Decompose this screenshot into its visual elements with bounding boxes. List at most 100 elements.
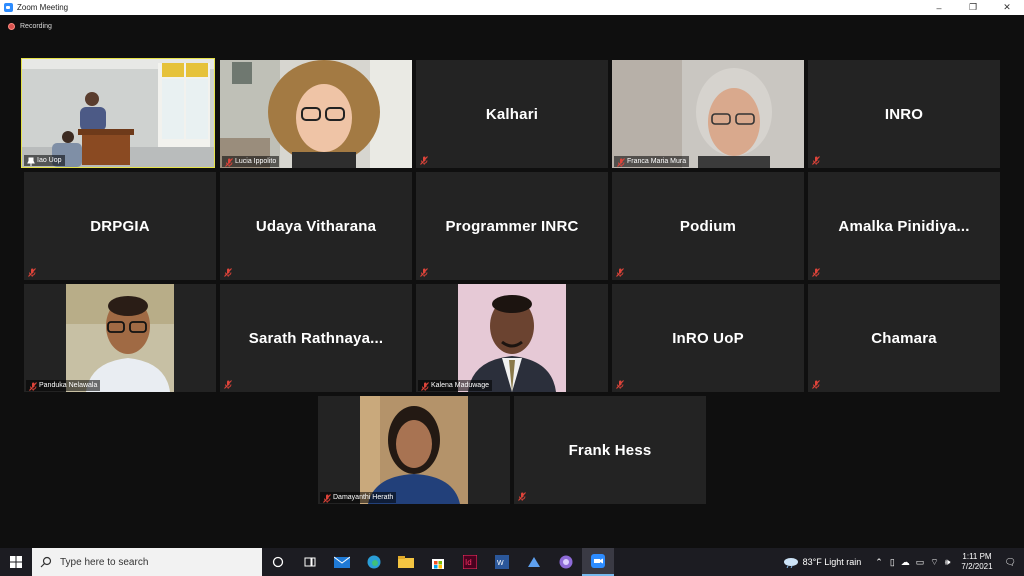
window-title: Zoom Meeting xyxy=(17,3,69,12)
task-view-button[interactable] xyxy=(294,548,326,576)
participant-tile-kalhari[interactable]: Kalhari xyxy=(416,60,608,168)
participant-video-lucia-ippolito xyxy=(220,60,412,168)
participant-label: Kalena Maduwage xyxy=(418,380,492,391)
azure-icon xyxy=(528,557,540,567)
participant-tile-inro[interactable]: INRO xyxy=(808,60,1000,168)
participant-name: Lucia Ippolito xyxy=(235,158,277,165)
system-tray: 83°F Light rain ⌃ ▯ ☁ ▭ ⌔ 🕪 1:11 PM 7/2/… xyxy=(783,548,1024,576)
minimize-button[interactable]: – xyxy=(922,0,956,15)
search-icon xyxy=(40,556,52,568)
participant-tile-drpgia[interactable]: DRPGIA xyxy=(24,172,216,280)
battery-icon[interactable]: ▭ xyxy=(916,557,925,568)
taskbar-app-indesign[interactable]: Id xyxy=(454,548,486,576)
svg-text:W: W xyxy=(497,560,504,567)
participant-label: Iao Uop xyxy=(24,155,65,166)
muted-microphone-icon xyxy=(420,268,428,277)
participant-name: Damayanthi Herath xyxy=(333,494,394,501)
muted-microphone-icon xyxy=(812,380,820,389)
participant-tile-podium[interactable]: Podium xyxy=(612,172,804,280)
participant-tile-kalena-maduwage[interactable]: Kalena Maduwage xyxy=(416,284,608,392)
weather-status[interactable]: 83°F Light rain xyxy=(803,557,862,567)
wifi-icon[interactable]: ⌔ xyxy=(930,557,938,568)
search-placeholder: Type here to search xyxy=(60,556,149,568)
muted-microphone-icon xyxy=(29,382,37,391)
muted-microphone-icon xyxy=(617,158,625,167)
taskbar-app-edge[interactable] xyxy=(358,548,390,576)
onedrive-cloud-icon[interactable]: ☁ xyxy=(901,557,910,568)
taskbar-app-word[interactable]: W xyxy=(486,548,518,576)
participant-name: DRPGIA xyxy=(90,217,150,235)
participant-tile-inro-uop[interactable]: InRO UoP xyxy=(612,284,804,392)
participant-name: Podium xyxy=(679,217,737,235)
participant-tile-programmer-inrc[interactable]: Programmer INRC xyxy=(416,172,608,280)
participant-video-damayanthi-herath xyxy=(360,396,468,504)
participant-name: Chamara xyxy=(871,329,937,347)
speaker-icon[interactable]: 🕪 xyxy=(945,557,951,568)
participant-tile-franca-maria-mura[interactable]: Franca Maria Mura xyxy=(612,60,804,168)
taskbar-search-box[interactable]: Type here to search xyxy=(32,548,262,576)
participant-video-panduka-nelawala xyxy=(66,284,174,392)
participant-tile-lucia-ippolito[interactable]: Lucia Ippolito xyxy=(220,60,412,168)
taskbar-app-browser[interactable] xyxy=(550,548,582,576)
pin-icon xyxy=(27,157,35,166)
muted-microphone-icon xyxy=(224,380,232,389)
participant-name: Panduka Nelawala xyxy=(39,382,98,389)
notification-icon[interactable]: 🗨 xyxy=(1005,557,1016,568)
window-controls: – ❐ ✕ xyxy=(922,0,1024,15)
device-icon[interactable]: ▯ xyxy=(890,557,895,568)
muted-microphone-icon xyxy=(421,382,429,391)
taskbar-app-store[interactable] xyxy=(422,548,454,576)
close-button[interactable]: ✕ xyxy=(990,0,1024,15)
taskbar-app-mail[interactable] xyxy=(326,548,358,576)
taskbar-app-azure[interactable] xyxy=(518,548,550,576)
participant-tile-amalka-pinidiya[interactable]: Amalka Pinidiya... xyxy=(808,172,1000,280)
participant-tile-frank-hess[interactable]: Frank Hess xyxy=(514,396,706,504)
taskbar-app-file-explorer[interactable] xyxy=(390,548,422,576)
svg-text:Id: Id xyxy=(465,558,472,567)
participant-name: Udaya Vitharana xyxy=(255,217,377,235)
muted-microphone-icon xyxy=(812,268,820,277)
participant-name: Programmer INRC xyxy=(445,217,579,235)
cortana-circle-icon xyxy=(272,556,284,568)
participant-video-kalena-maduwage xyxy=(458,284,566,392)
windows-taskbar: Type here to search Id W 83°F Light rain… xyxy=(0,548,1024,576)
recording-indicator[interactable]: Recording xyxy=(8,23,52,30)
participant-tile-sarath-rathnaya[interactable]: Sarath Rathnaya... xyxy=(220,284,412,392)
participant-name: INRO xyxy=(884,105,924,123)
word-icon: W xyxy=(495,555,509,569)
participant-name: Frank Hess xyxy=(568,441,652,459)
taskbar-clock[interactable]: 1:11 PM 7/2/2021 xyxy=(961,552,992,572)
zoom-icon xyxy=(591,554,605,568)
participant-name: InRO UoP xyxy=(672,329,744,347)
participant-name: Amalka Pinidiya... xyxy=(838,217,970,235)
edge-icon xyxy=(367,555,381,569)
muted-microphone-icon xyxy=(518,492,526,501)
browser-icon xyxy=(559,555,573,569)
taskbar-app-zoom[interactable] xyxy=(582,548,614,576)
folder-icon xyxy=(398,556,414,568)
participant-tile-iao-uop[interactable]: Iao Uop xyxy=(21,58,215,168)
cortana-button[interactable] xyxy=(262,548,294,576)
chevron-up-icon[interactable]: ⌃ xyxy=(875,557,883,568)
muted-microphone-icon xyxy=(420,156,428,165)
participant-label: Panduka Nelawala xyxy=(26,380,101,391)
windows-logo-icon xyxy=(10,556,22,568)
clock-time: 1:11 PM xyxy=(962,552,992,561)
maximize-button[interactable]: ❐ xyxy=(956,0,990,15)
muted-microphone-icon xyxy=(28,268,36,277)
window-titlebar: Zoom Meeting – ❐ ✕ xyxy=(0,0,1024,15)
mail-icon xyxy=(334,556,350,568)
participant-label: Lucia Ippolito xyxy=(222,156,280,167)
cloud-rain-icon xyxy=(783,558,798,568)
participant-tile-udaya-vitharana[interactable]: Udaya Vitharana xyxy=(220,172,412,280)
participant-name: Kalhari xyxy=(485,105,539,123)
participant-tile-panduka-nelawala[interactable]: Panduka Nelawala xyxy=(24,284,216,392)
recording-label: Recording xyxy=(20,23,52,30)
participant-tile-damayanthi-herath[interactable]: Damayanthi Herath xyxy=(318,396,510,504)
participant-tile-chamara[interactable]: Chamara xyxy=(808,284,1000,392)
muted-microphone-icon xyxy=(616,268,624,277)
start-button[interactable] xyxy=(0,548,32,576)
recording-dot-icon xyxy=(8,23,15,30)
muted-microphone-icon xyxy=(224,268,232,277)
participant-video-franca-maria-mura xyxy=(612,60,804,168)
